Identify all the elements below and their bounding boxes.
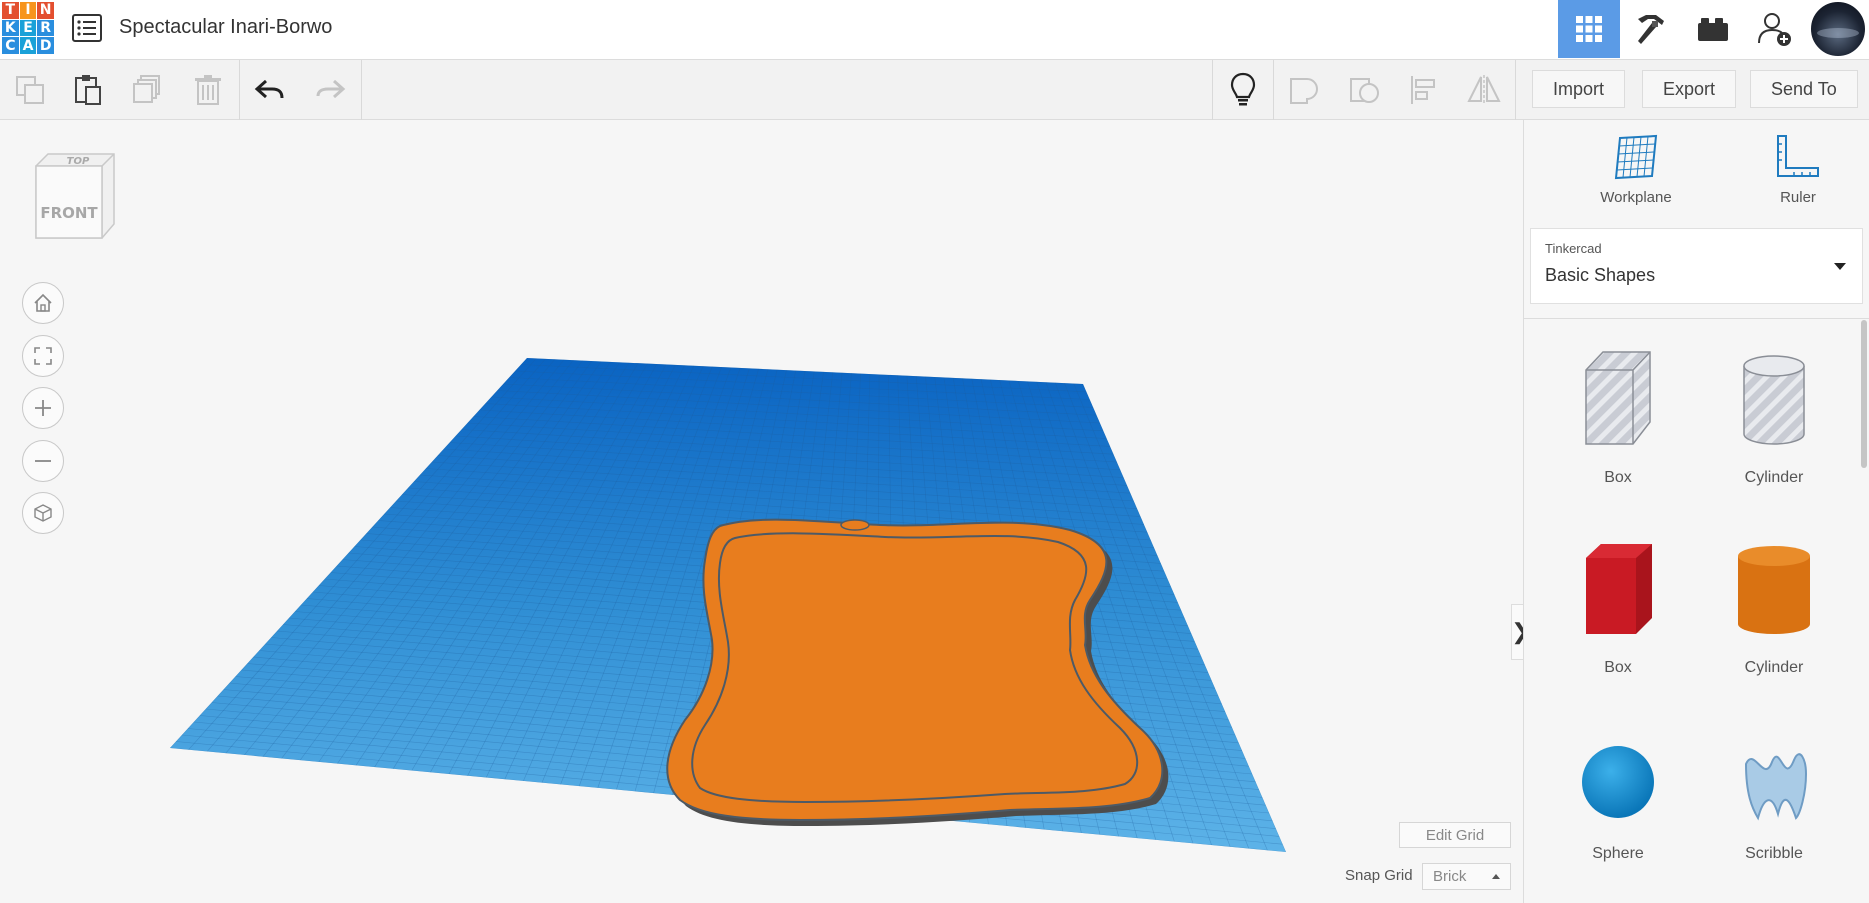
align-icon (1411, 76, 1435, 104)
ruler-icon (1777, 135, 1819, 177)
duplicate-icon (133, 75, 160, 103)
undo-button[interactable] (240, 60, 300, 120)
paste-button[interactable] (58, 60, 118, 120)
ungroup-icon (1350, 78, 1379, 103)
chevron-down-icon (1834, 263, 1846, 270)
undo-icon (254, 79, 284, 99)
app-header: TIN KER CAD Spectacular Inari-Borwo (0, 0, 1869, 60)
copy-button[interactable] (0, 60, 60, 120)
logo-letter: K (2, 19, 19, 37)
edit-grid-button[interactable]: Edit Grid (1399, 822, 1511, 848)
grid-icon (1576, 16, 1602, 42)
zoom-in-button[interactable] (22, 387, 64, 429)
mirror-icon (1467, 75, 1501, 105)
3d-viewport[interactable]: TOP FRONT ❯ Edit Grid Snap Grid Brick (0, 120, 1523, 903)
duplicate-button[interactable] (118, 60, 178, 120)
caret-up-icon (1492, 874, 1500, 879)
shape-box-red[interactable]: Box (1548, 538, 1688, 677)
cylinder-hole-icon (1743, 355, 1805, 445)
ruler-tool[interactable]: Ruler (1738, 134, 1858, 206)
shape-cylinder-orange[interactable]: Cylinder (1704, 538, 1844, 677)
home-icon (34, 293, 52, 312)
workplane-scene[interactable] (0, 120, 1523, 903)
zoom-in-icon (35, 400, 51, 416)
scribble-icon (1744, 753, 1808, 821)
snap-grid-value: Brick (1433, 868, 1467, 885)
zoom-out-icon (35, 460, 51, 462)
sphere-icon (1582, 746, 1654, 818)
delete-button[interactable] (178, 60, 238, 120)
logo-letter: R (37, 19, 54, 37)
redo-button[interactable] (300, 60, 360, 120)
perspective-icon (34, 504, 52, 522)
collapse-panel-button[interactable]: ❯ (1511, 604, 1523, 660)
pickaxe-icon (1638, 15, 1664, 44)
perspective-button[interactable] (22, 492, 64, 534)
logo-letter: A (19, 37, 37, 54)
workplane-icon (1614, 134, 1658, 180)
align-button[interactable] (1394, 60, 1454, 120)
shape-library-select[interactable]: Tinkercad Basic Shapes (1530, 228, 1863, 304)
minecraft-view-button[interactable] (1620, 0, 1682, 58)
shape-scribble[interactable]: Scribble (1704, 734, 1844, 863)
import-button[interactable]: Import (1532, 70, 1626, 108)
shape-label: Sphere (1592, 845, 1644, 862)
box-red-icon (1586, 544, 1652, 634)
tinkercad-logo[interactable]: TIN KER CAD (0, 0, 56, 56)
copy-icon (16, 76, 44, 104)
shapes-panel: Workplane Ruler Tinkercad Basic Shapes B… (1523, 120, 1869, 903)
shape-sphere[interactable]: Sphere (1548, 734, 1688, 863)
logo-letter: N (37, 2, 54, 19)
orange-shape[interactable] (666, 518, 1169, 826)
lightbulb-icon (1230, 72, 1256, 106)
user-avatar[interactable] (1809, 0, 1867, 58)
shape-label: Cylinder (1744, 659, 1804, 676)
snap-grid-label: Snap Grid (1345, 867, 1413, 884)
logo-letter: I (19, 2, 37, 19)
brick-icon (1698, 18, 1728, 41)
3d-design-view-button[interactable] (1558, 0, 1620, 58)
logo-letter: D (37, 37, 54, 54)
shape-label: Box (1604, 659, 1632, 676)
delete-icon (195, 75, 221, 105)
design-title[interactable]: Spectacular Inari-Borwo (119, 16, 332, 39)
logo-letter: T (2, 2, 19, 19)
send-to-button[interactable]: Send To (1750, 70, 1858, 108)
workplane-label: Workplane (1600, 189, 1672, 206)
view-cube[interactable]: TOP FRONT (28, 150, 120, 250)
box-hole-icon (1585, 351, 1651, 445)
mirror-button[interactable] (1454, 60, 1514, 120)
shape-label: Cylinder (1744, 469, 1804, 486)
design-list-icon[interactable] (72, 14, 102, 42)
shape-label: Box (1604, 469, 1632, 486)
export-button[interactable]: Export (1642, 70, 1737, 108)
cylinder-orange-icon (1738, 546, 1810, 634)
library-name: Basic Shapes (1545, 265, 1656, 285)
fit-view-icon (34, 347, 52, 365)
lego-view-button[interactable] (1682, 0, 1744, 58)
viewcube-front-label: FRONT (40, 204, 98, 222)
shape-box-hole[interactable]: Box (1548, 348, 1688, 487)
invite-user-button[interactable] (1744, 0, 1806, 58)
add-user-icon (1758, 13, 1791, 46)
shape-label: Scribble (1745, 845, 1803, 862)
ruler-label: Ruler (1780, 189, 1816, 206)
group-icon (1290, 78, 1318, 104)
snap-grid-select[interactable]: Brick (1422, 863, 1511, 890)
workplane-tool[interactable]: Workplane (1576, 134, 1696, 206)
library-source: Tinkercad (1545, 241, 1602, 256)
notes-button[interactable] (1213, 60, 1273, 120)
group-button[interactable] (1274, 60, 1334, 120)
panel-scrollbar[interactable] (1861, 320, 1867, 468)
fit-view-button[interactable] (22, 335, 64, 377)
ungroup-button[interactable] (1334, 60, 1394, 120)
logo-letter: C (2, 37, 19, 54)
home-view-button[interactable] (22, 282, 64, 324)
shape-cylinder-hole[interactable]: Cylinder (1704, 348, 1844, 487)
viewcube-top-label: TOP (67, 156, 90, 167)
paste-icon (75, 75, 101, 105)
logo-letter: E (19, 19, 37, 37)
redo-icon (316, 79, 346, 99)
zoom-out-button[interactable] (22, 440, 64, 482)
